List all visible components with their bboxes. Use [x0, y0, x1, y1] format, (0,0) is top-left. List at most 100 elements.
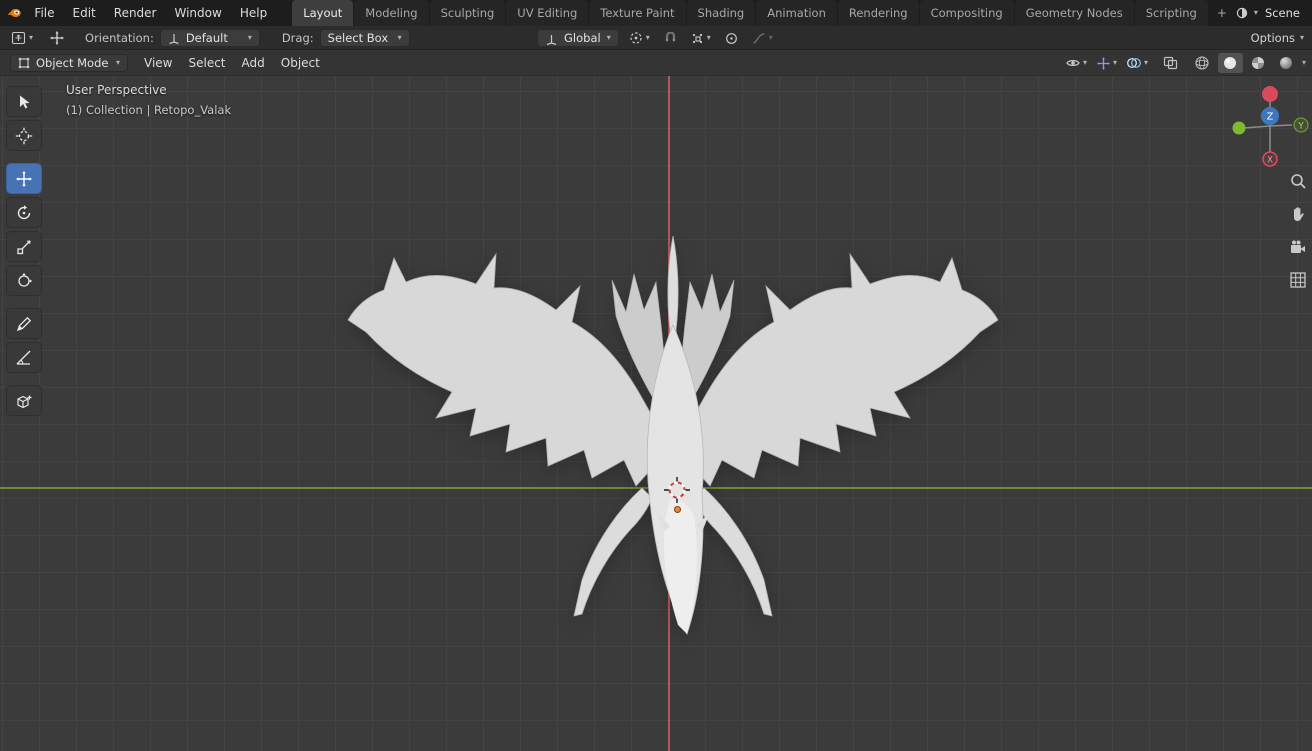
object-origin-dot — [674, 506, 681, 513]
active-tool-move-icon — [50, 31, 64, 44]
orientation-dropdown[interactable]: Default ▾ — [159, 28, 260, 47]
tool-transform[interactable] — [6, 265, 42, 296]
gizmo-axis-ball-red[interactable] — [1262, 86, 1278, 102]
3d-model-retopo-valak[interactable] — [330, 230, 1020, 660]
tab-compositing[interactable]: Compositing — [919, 0, 1014, 26]
gizmos-icon — [1097, 57, 1110, 69]
gizmo-axis-ball-green[interactable] — [1232, 121, 1246, 135]
toggle-perspective-button[interactable] — [1287, 269, 1309, 291]
chevron-down-icon: ▾ — [115, 57, 120, 67]
rendered-sphere-icon — [1280, 57, 1293, 69]
snap-toggle-button[interactable] — [660, 29, 681, 47]
orientation-label: Orientation: — [85, 30, 154, 45]
overlays-icon — [1127, 58, 1141, 68]
options-dropdown[interactable]: Options ▾ — [1251, 26, 1304, 50]
options-label: Options — [1250, 31, 1295, 45]
pivot-point-icon — [630, 32, 642, 44]
tool-annotate[interactable] — [6, 308, 42, 339]
menu-window[interactable]: Window — [166, 0, 231, 26]
model-left-arm — [573, 487, 653, 617]
menu-render[interactable]: Render — [105, 0, 166, 26]
menu-file[interactable]: File — [25, 0, 63, 26]
proportional-editing-toggle[interactable] — [721, 29, 742, 47]
transform-orientation-dropdown[interactable]: Global ▾ — [537, 29, 619, 47]
chevron-down-icon: ▾ — [1299, 33, 1304, 42]
tab-shading[interactable]: Shading — [686, 0, 756, 26]
transform-orientation-value: Global — [564, 31, 601, 45]
cursor-tool-icon — [15, 127, 33, 144]
tool-scale[interactable] — [6, 231, 42, 262]
transform-tool-icon — [18, 272, 32, 287]
tab-layout[interactable]: Layout — [292, 0, 354, 26]
chevron-down-icon: ▾ — [1082, 58, 1087, 67]
zoom-button[interactable] — [1287, 170, 1309, 192]
menu-object[interactable]: Object — [273, 50, 328, 76]
shading-rendered-button[interactable] — [1274, 53, 1299, 73]
visibility-eye-icon — [1066, 60, 1080, 66]
drag-value: Select Box — [327, 30, 389, 45]
xray-toggle-button[interactable] — [1160, 53, 1181, 73]
tool-move[interactable] — [6, 163, 42, 194]
viewport-header-right: ▾ ▾ ▾ ▾ — [1062, 50, 1306, 76]
tab-sculpting[interactable]: Sculpting — [429, 0, 506, 26]
object-visibility-dropdown[interactable]: ▾ — [1062, 53, 1090, 73]
annotate-pen-icon — [16, 316, 32, 331]
menu-add[interactable]: Add — [234, 50, 273, 76]
toolbar — [6, 86, 46, 416]
gizmo-y-label: Y — [1297, 122, 1304, 132]
blender-window: File Edit Render Window Help Layout Mode… — [0, 0, 1312, 751]
shading-wireframe-button[interactable] — [1190, 53, 1215, 73]
snap-with-dropdown[interactable]: ▾ — [687, 29, 715, 47]
workspace-tabs: Layout Modeling Sculpting UV Editing Tex… — [292, 0, 1235, 26]
editor-type-dropdown[interactable]: ▾ — [7, 29, 37, 47]
orientation-axes-icon — [169, 33, 179, 44]
mode-dropdown[interactable]: Object Mode ▾ — [10, 53, 128, 72]
select-box-icon — [20, 95, 30, 108]
tab-modeling[interactable]: Modeling — [354, 0, 429, 26]
tab-animation[interactable]: Animation — [756, 0, 837, 26]
menu-select[interactable]: Select — [180, 50, 233, 76]
tab-scripting[interactable]: Scripting — [1134, 0, 1208, 26]
tab-geometry-nodes[interactable]: Geometry Nodes — [1014, 0, 1134, 26]
tab-rendering[interactable]: Rendering — [837, 0, 919, 26]
chevron-down-icon: ▾ — [397, 32, 402, 42]
overlays-toggle-dropdown[interactable]: ▾ — [1123, 53, 1151, 73]
gizmos-toggle-dropdown[interactable]: ▾ — [1093, 53, 1120, 73]
shading-solid-button[interactable] — [1217, 53, 1243, 73]
topbar: File Edit Render Window Help Layout Mode… — [0, 0, 1312, 26]
viewport-side-controls — [1286, 170, 1310, 291]
scene-selector[interactable]: ▾ Scene — [1235, 6, 1312, 20]
navigation-gizmo[interactable]: Z Y X — [1228, 78, 1312, 182]
object-mode-icon — [18, 57, 30, 68]
tab-texture-paint[interactable]: Texture Paint — [589, 0, 686, 26]
magnet-icon — [665, 31, 675, 41]
chevron-down-icon: ▾ — [1143, 58, 1148, 67]
snap-increment-icon — [692, 33, 702, 43]
chevron-down-icon: ▾ — [29, 32, 34, 42]
pivot-point-dropdown[interactable]: ▾ — [625, 29, 654, 47]
shading-material-button[interactable] — [1246, 53, 1271, 73]
tool-measure[interactable] — [6, 342, 42, 373]
tool-cursor[interactable] — [6, 120, 42, 151]
move-tool-icon — [16, 170, 32, 187]
tool-add-cube[interactable] — [6, 385, 42, 416]
add-workspace-button[interactable]: + — [1209, 0, 1235, 26]
orientation-value: Default — [185, 30, 228, 45]
camera-view-button[interactable] — [1287, 236, 1309, 258]
tool-select-box[interactable] — [6, 86, 42, 117]
tab-uv-editing[interactable]: UV Editing — [506, 0, 589, 26]
gizmo-z-label: Z — [1267, 112, 1274, 123]
material-sphere-icon — [1252, 57, 1265, 69]
proportional-falloff-dropdown[interactable]: ▾ — [748, 29, 777, 47]
scene-icon — [1236, 7, 1248, 19]
measure-tool-icon — [16, 350, 31, 365]
menu-help[interactable]: Help — [231, 0, 276, 26]
3d-viewport[interactable]: Object Mode ▾ View Select Add Object ▾ ▾… — [0, 50, 1312, 751]
menu-edit[interactable]: Edit — [64, 0, 105, 26]
snapping-cluster: Global ▾ ▾ ▾ ▾ — [537, 26, 777, 50]
blender-logo-icon[interactable] — [7, 5, 21, 21]
pan-button[interactable] — [1287, 203, 1309, 225]
drag-dropdown[interactable]: Select Box ▾ — [319, 28, 410, 47]
tool-rotate[interactable] — [6, 197, 42, 228]
menu-view[interactable]: View — [136, 50, 180, 76]
